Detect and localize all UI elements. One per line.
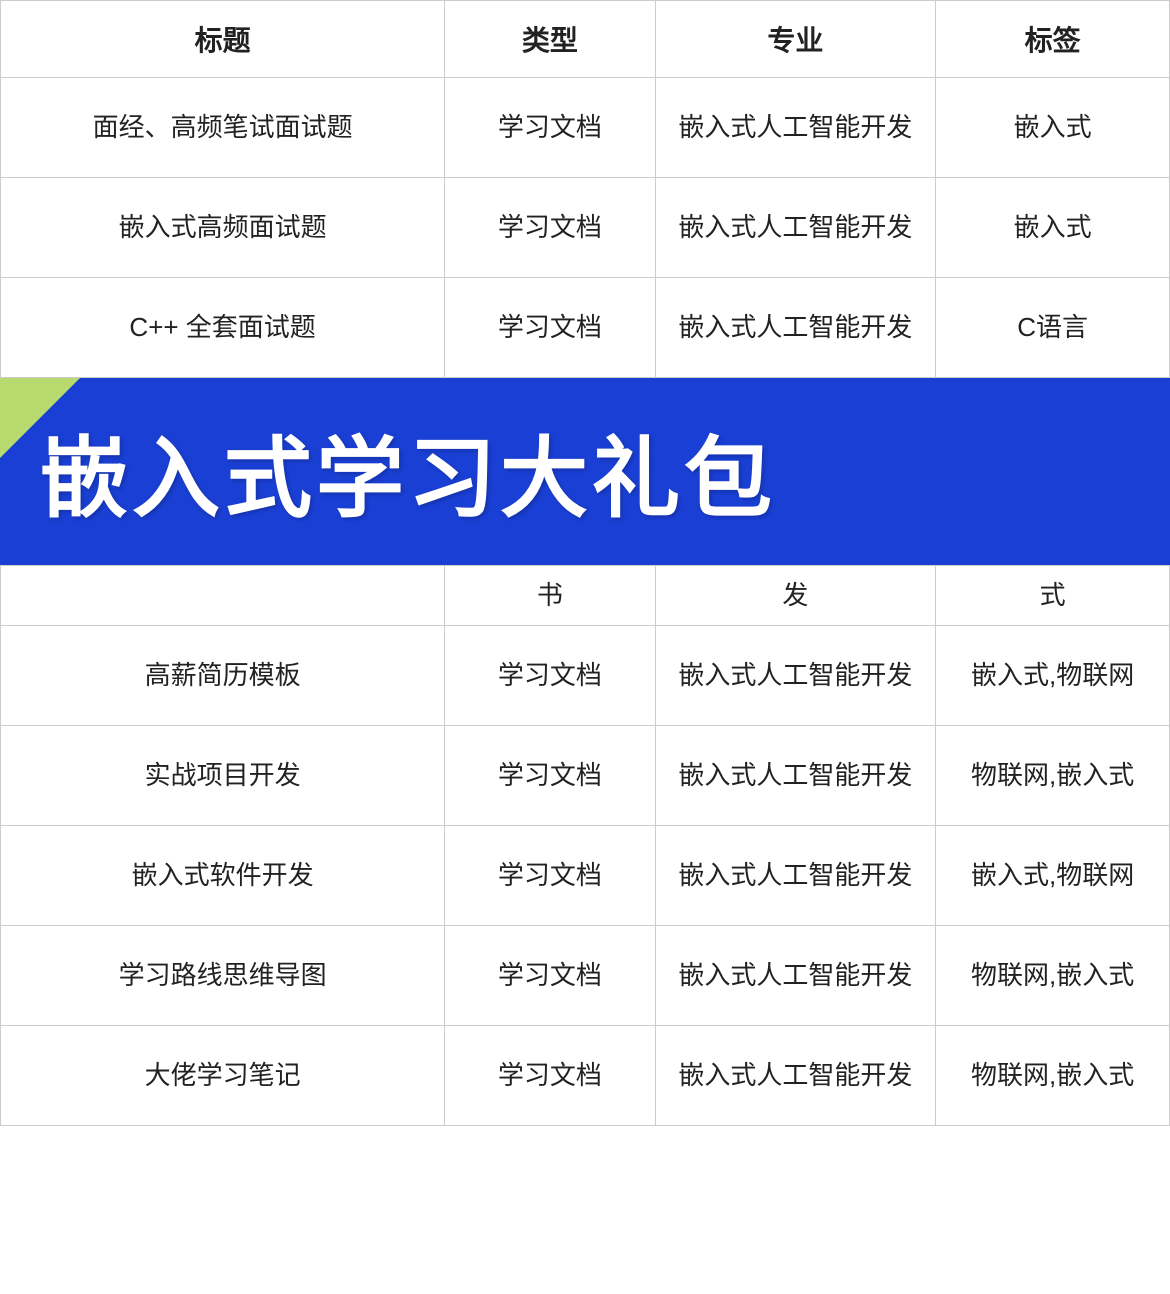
row-tag: 嵌入式	[936, 78, 1170, 178]
row-major: 嵌入式人工智能开发	[655, 78, 936, 178]
main-table-container: 标题 类型 专业 标签 面经、高频笔试面试题 学习文档 嵌入式人工智能开发 嵌入…	[0, 0, 1170, 1126]
table-row: 大佬学习笔记 学习文档 嵌入式人工智能开发 物联网,嵌入式	[1, 1026, 1170, 1126]
row-type: 学习文档	[445, 826, 655, 926]
header-title: 标题	[1, 1, 445, 78]
row-title: 面经、高频笔试面试题	[1, 78, 445, 178]
header-major: 专业	[655, 1, 936, 78]
table-row: 面经、高频笔试面试题 学习文档 嵌入式人工智能开发 嵌入式	[1, 78, 1170, 178]
partial-col2: 书	[445, 566, 655, 626]
table-row: C++ 全套面试题 学习文档 嵌入式人工智能开发 C语言	[1, 278, 1170, 378]
row-title: C++ 全套面试题	[1, 278, 445, 378]
table-row: 学习路线思维导图 学习文档 嵌入式人工智能开发 物联网,嵌入式	[1, 926, 1170, 1026]
row-type: 学习文档	[445, 78, 655, 178]
row-type: 学习文档	[445, 178, 655, 278]
row-tag: 物联网,嵌入式	[936, 726, 1170, 826]
row-title: 高薪简历模板	[1, 626, 445, 726]
table-row: 嵌入式高频面试题 学习文档 嵌入式人工智能开发 嵌入式	[1, 178, 1170, 278]
row-type: 学习文档	[445, 1026, 655, 1126]
partial-col3: 发	[655, 566, 936, 626]
table-row: 高薪简历模板 学习文档 嵌入式人工智能开发 嵌入式,物联网	[1, 626, 1170, 726]
row-title: 嵌入式高频面试题	[1, 178, 445, 278]
row-title: 实战项目开发	[1, 726, 445, 826]
partial-col4: 式	[936, 566, 1170, 626]
row-title: 大佬学习笔记	[1, 1026, 445, 1126]
row-major: 嵌入式人工智能开发	[655, 178, 936, 278]
row-major: 嵌入式人工智能开发	[655, 626, 936, 726]
content-table: 标题 类型 专业 标签 面经、高频笔试面试题 学习文档 嵌入式人工智能开发 嵌入…	[0, 0, 1170, 378]
row-type: 学习文档	[445, 278, 655, 378]
row-type: 学习文档	[445, 726, 655, 826]
row-type: 学习文档	[445, 626, 655, 726]
row-major: 嵌入式人工智能开发	[655, 926, 936, 1026]
row-major: 嵌入式人工智能开发	[655, 1026, 936, 1126]
content-table-below: 书 发 式 高薪简历模板 学习文档 嵌入式人工智能开发 嵌入式,物联网 实战项目…	[0, 565, 1170, 1126]
row-major: 嵌入式人工智能开发	[655, 826, 936, 926]
banner-text: 嵌入式学习大礼包	[40, 408, 776, 535]
row-major: 嵌入式人工智能开发	[655, 278, 936, 378]
table-header-row: 标题 类型 专业 标签	[1, 1, 1170, 78]
table-row: 嵌入式软件开发 学习文档 嵌入式人工智能开发 嵌入式,物联网	[1, 826, 1170, 926]
partial-col1	[1, 566, 445, 626]
row-tag: 嵌入式,物联网	[936, 626, 1170, 726]
banner: 嵌入式学习大礼包	[0, 378, 1170, 565]
row-tag: 嵌入式	[936, 178, 1170, 278]
row-major: 嵌入式人工智能开发	[655, 726, 936, 826]
row-tag: 嵌入式,物联网	[936, 826, 1170, 926]
row-title: 学习路线思维导图	[1, 926, 445, 1026]
row-type: 学习文档	[445, 926, 655, 1026]
row-tag: 物联网,嵌入式	[936, 926, 1170, 1026]
partial-row: 书 发 式	[1, 566, 1170, 626]
row-tag: C语言	[936, 278, 1170, 378]
header-type: 类型	[445, 1, 655, 78]
row-tag: 物联网,嵌入式	[936, 1026, 1170, 1126]
row-title: 嵌入式软件开发	[1, 826, 445, 926]
table-row: 实战项目开发 学习文档 嵌入式人工智能开发 物联网,嵌入式	[1, 726, 1170, 826]
header-tag: 标签	[936, 1, 1170, 78]
